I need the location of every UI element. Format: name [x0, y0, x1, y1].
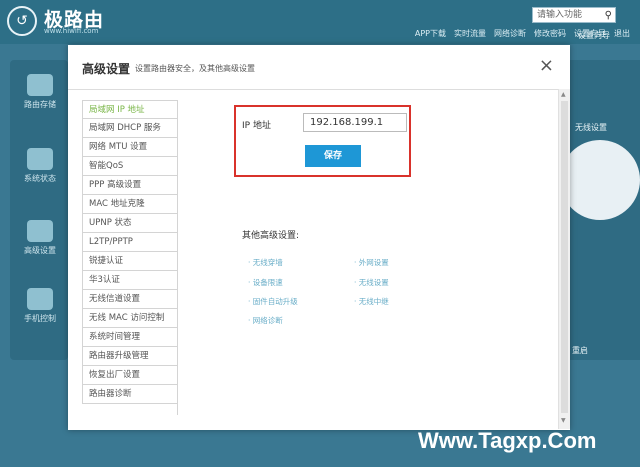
menu-item-h3c[interactable]: 华3认证 — [82, 271, 178, 290]
menu-item-qos[interactable]: 智能QoS — [82, 157, 178, 176]
menu-item-upgrade[interactable]: 路由器升级管理 — [82, 347, 178, 366]
save-button[interactable]: 保存 — [305, 145, 361, 167]
link-firmware-auto-upgrade[interactable]: · 固件自动升级 — [248, 296, 298, 307]
dialog-title: 高级设置 — [82, 62, 131, 76]
scroll-thumb[interactable] — [561, 101, 568, 413]
menu-item-mac-acl[interactable]: 无线 MAC 访问控制 — [82, 309, 178, 328]
left-item-phone[interactable]: 手机控制 — [22, 288, 58, 324]
setup-wizard-label[interactable]: 设置向导 — [578, 30, 610, 41]
menu-item-ruijie[interactable]: 锐捷认证 — [82, 252, 178, 271]
left-item-status[interactable]: 系统状态 — [22, 148, 58, 184]
menu-item-l2tp[interactable]: L2TP/PPTP — [82, 233, 178, 252]
scroll-up-icon[interactable]: ▲ — [561, 91, 566, 98]
menu-item-channel[interactable]: 无线信道设置 — [82, 290, 178, 309]
menu-item-mac-clone[interactable]: MAC 地址克隆 — [82, 195, 178, 214]
menu-item-mtu[interactable]: 网络 MTU 设置 — [82, 138, 178, 157]
left-item-storage[interactable]: 路由存储 — [22, 74, 58, 110]
link-device-speed-limit[interactable]: · 设备限速 — [248, 277, 283, 288]
logo-icon: ↺ — [7, 6, 37, 36]
watermark: Www.Tagxp.Com — [418, 428, 597, 453]
left-item-advanced[interactable]: 高级设置 — [22, 220, 58, 256]
menu-item-factory-reset[interactable]: 恢复出厂设置 — [82, 366, 178, 385]
pulse-icon — [27, 148, 53, 170]
database-icon — [27, 74, 53, 96]
menu-item-lan-ip[interactable]: 局域网 IP 地址 — [82, 100, 178, 119]
gear-icon — [27, 220, 53, 242]
nav-network-diagnosis[interactable]: 网络诊断 — [494, 28, 526, 39]
nav-realtime-traffic[interactable]: 实时流量 — [454, 28, 486, 39]
link-wireless-relay[interactable]: · 无线中继 — [354, 296, 389, 307]
menu-item-time[interactable]: 系统时间管理 — [82, 328, 178, 347]
nav-change-password[interactable]: 修改密码 — [534, 28, 566, 39]
menu-item-ppp[interactable]: PPP 高级设置 — [82, 176, 178, 195]
other-settings-title: 其他高级设置: — [242, 231, 300, 241]
dialog-subtitle: 设置路由器安全，及其他高级设置 — [135, 64, 255, 73]
search-input[interactable]: 请输入功能 ⚲ — [532, 7, 616, 23]
left-item-label: 路由存储 — [24, 100, 56, 109]
wifi-settings-label[interactable]: 无线设置 — [575, 122, 607, 133]
search-icon[interactable]: ⚲ — [605, 9, 612, 23]
link-wireless-settings[interactable]: · 无线设置 — [354, 277, 389, 288]
wifi-icon[interactable] — [560, 140, 640, 220]
content-divider — [177, 100, 178, 415]
link-wall-penetration[interactable]: · 无线穿墙 — [248, 257, 283, 268]
search-placeholder: 请输入功能 — [537, 10, 583, 20]
reboot-label[interactable]: 重启 — [572, 345, 588, 356]
menu-item-dhcp[interactable]: 局域网 DHCP 服务 — [82, 119, 178, 138]
close-icon[interactable]: × — [539, 55, 554, 76]
left-item-label: 手机控制 — [24, 314, 56, 323]
menu-item-upnp[interactable]: UPNP 状态 — [82, 214, 178, 233]
ip-address-label: IP 地址 — [242, 121, 271, 131]
settings-menu: 局域网 IP 地址 局域网 DHCP 服务 网络 MTU 设置 智能QoS PP… — [82, 100, 178, 404]
link-wan-settings[interactable]: · 外网设置 — [354, 257, 389, 268]
logo-subtext: www.hiwifi.com — [44, 27, 99, 35]
link-network-diagnosis[interactable]: · 网络诊断 — [248, 315, 283, 326]
top-bar: ↺ 极路由 www.hiwifi.com 请输入功能 ⚲ APP下载 实时流量 … — [0, 0, 640, 44]
scrollbar[interactable]: ▲ ▼ — [558, 89, 570, 429]
ip-address-input[interactable]: 192.168.199.1 — [303, 113, 407, 132]
phone-icon — [27, 288, 53, 310]
left-panel: 路由存储 系统状态 高级设置 手机控制 — [10, 60, 68, 360]
dialog-header: 高级设置 设置路由器安全，及其他高级设置 × — [68, 45, 570, 90]
advanced-settings-dialog: 高级设置 设置路由器安全，及其他高级设置 × 局域网 IP 地址 局域网 DHC… — [68, 45, 570, 430]
menu-item-diagnosis[interactable]: 路由器诊断 — [82, 385, 178, 404]
nav-logout[interactable]: 退出 — [614, 28, 630, 39]
nav-app-download[interactable]: APP下载 — [415, 28, 446, 39]
left-item-label: 系统状态 — [24, 174, 56, 183]
left-item-label: 高级设置 — [24, 246, 56, 255]
scroll-down-icon[interactable]: ▼ — [561, 417, 566, 424]
